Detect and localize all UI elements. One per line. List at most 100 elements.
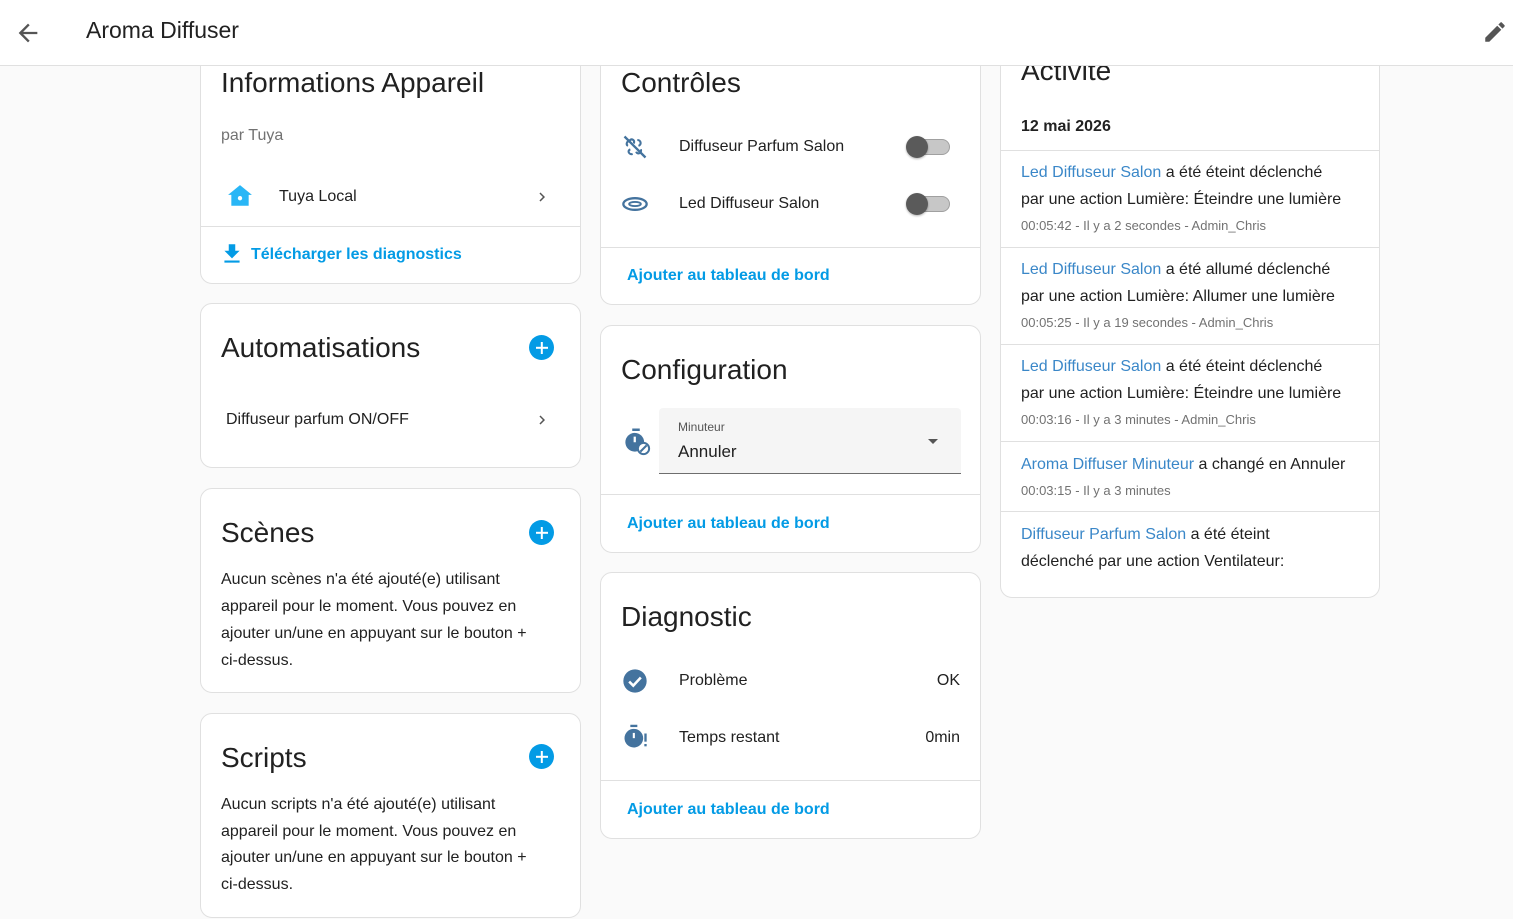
chevron-right-icon bbox=[539, 192, 545, 202]
download-diagnostics-button[interactable]: Télécharger les diagnostics bbox=[219, 241, 479, 269]
log-meta: 00:03:15 - Il y a 3 minutes bbox=[1021, 483, 1171, 498]
log-line: Diffuseur Parfum Salon a été éteint bbox=[1021, 526, 1270, 544]
log-meta: 00:05:25 - Il y a 19 secondes - Admin_Ch… bbox=[1021, 315, 1274, 330]
chevron-right-icon bbox=[539, 415, 545, 425]
log-line: par une action Lumière: Éteindre une lum… bbox=[1021, 191, 1342, 208]
configuration-title: Configuration bbox=[621, 354, 788, 385]
diagnostic-row-time-left[interactable]: Temps restant 0min bbox=[601, 718, 980, 758]
log-meta: 00:05:42 - Il y a 2 secondes - Admin_Chr… bbox=[1021, 218, 1266, 233]
top-app-bar: Aroma Diffuser bbox=[0, 0, 1513, 66]
log-text: a été éteint déclenché bbox=[1161, 358, 1323, 375]
add-to-dashboard-button[interactable]: Ajouter au tableau de bord bbox=[627, 801, 830, 819]
timer-alert-icon bbox=[624, 724, 647, 748]
controls-title: Contrôles bbox=[621, 67, 741, 98]
control-row-led[interactable]: Led Diffuseur Salon bbox=[601, 184, 980, 224]
log-meta: 00:03:16 - Il y a 3 minutes - Admin_Chri… bbox=[1021, 412, 1256, 427]
toggle-knob bbox=[906, 136, 928, 158]
back-arrow-icon[interactable] bbox=[14, 19, 42, 47]
log-text: a changé en Annuler bbox=[1194, 456, 1346, 473]
manufacturer-label: par Tuya bbox=[221, 127, 284, 144]
log-line: déclenché par une action Ventilateur: bbox=[1021, 553, 1285, 570]
add-to-dashboard-button[interactable]: Ajouter au tableau de bord bbox=[627, 267, 830, 285]
automations-card: Automatisations Diffuseur parfum ON/OFF bbox=[200, 303, 581, 468]
scenes-title: Scènes bbox=[221, 517, 315, 548]
log-line: Aroma Diffuser Minuteur a changé en Annu… bbox=[1021, 456, 1345, 474]
diagnostic-label: Temps restant bbox=[679, 729, 780, 746]
scenes-card: Scènes Aucun scènes n'a été ajouté(e) ut… bbox=[200, 488, 581, 693]
log-entity-link[interactable]: Led Diffuseur Salon bbox=[1021, 358, 1161, 375]
log-text: a été allumé déclenché bbox=[1161, 261, 1331, 278]
log-entity-link[interactable]: Led Diffuseur Salon bbox=[1021, 261, 1161, 278]
scenes-empty-line: appareil pour le moment. Vous pouvez en bbox=[221, 598, 517, 615]
activity-date: 12 mai 2026 bbox=[1021, 118, 1111, 135]
log-entity-link[interactable]: Led Diffuseur Salon bbox=[1021, 164, 1161, 181]
divider bbox=[201, 226, 580, 227]
tuya-local-logo-icon bbox=[228, 185, 252, 206]
check-circle-icon bbox=[623, 669, 647, 693]
log-line: par une action Lumière: Éteindre une lum… bbox=[1021, 385, 1342, 402]
diagnostic-label: Problème bbox=[679, 672, 748, 689]
configuration-card: Configuration Minuteur Annuler Ajouter a… bbox=[600, 325, 981, 553]
timer-select-label: Minuteur bbox=[678, 420, 725, 434]
scripts-empty-line: ajouter un/une en appuyant sur le bouton… bbox=[221, 849, 527, 866]
log-text: a été éteint bbox=[1186, 526, 1270, 543]
divider bbox=[601, 780, 980, 781]
diagnostic-value: OK bbox=[936, 672, 960, 689]
integration-label: Tuya Local bbox=[279, 188, 357, 205]
diagnostic-title: Diagnostic bbox=[621, 601, 752, 632]
integration-row[interactable]: Tuya Local bbox=[201, 173, 580, 221]
log-line: Led Diffuseur Salon a été éteint déclenc… bbox=[1021, 358, 1322, 376]
scripts-title: Scripts bbox=[221, 742, 307, 773]
scripts-card: Scripts Aucun scripts n'a été ajouté(e) … bbox=[200, 713, 581, 918]
control-row-diffuser[interactable]: Diffuseur Parfum Salon bbox=[601, 127, 980, 167]
scripts-empty-line: ci-dessus. bbox=[221, 876, 294, 893]
timer-select-value: Annuler bbox=[678, 442, 737, 461]
download-diagnostics-label: Télécharger les diagnostics bbox=[251, 246, 462, 263]
scenes-empty-line: ci-dessus. bbox=[221, 652, 294, 669]
automation-item-label: Diffuseur parfum ON/OFF bbox=[226, 411, 409, 428]
log-line: Led Diffuseur Salon a été allumé déclenc… bbox=[1021, 261, 1330, 279]
automations-title: Automatisations bbox=[221, 332, 421, 363]
diffuser-toggle[interactable] bbox=[906, 134, 952, 160]
log-line: Led Diffuseur Salon a été éteint déclenc… bbox=[1021, 164, 1322, 182]
log-line: par une action Lumière: Allumer une lumi… bbox=[1021, 288, 1335, 305]
timer-cancel-icon bbox=[625, 428, 651, 456]
toggle-knob bbox=[906, 193, 928, 215]
add-to-dashboard-button[interactable]: Ajouter au tableau de bord bbox=[627, 515, 830, 533]
caret-down-icon bbox=[928, 439, 938, 444]
automation-item[interactable]: Diffuseur parfum ON/OFF bbox=[201, 400, 580, 440]
download-icon bbox=[224, 244, 240, 263]
control-label: Diffuseur Parfum Salon bbox=[679, 138, 845, 155]
diagnostic-row-problem[interactable]: Problème OK bbox=[601, 661, 980, 701]
led-toggle[interactable] bbox=[906, 191, 952, 217]
log-entry: Led Diffuseur Salon a été éteint déclenc… bbox=[1001, 151, 1379, 247]
activity-card: Activité 12 mai 2026 Led Diffuseur Salon… bbox=[1000, 40, 1380, 598]
scripts-empty-line: Aucun scripts n'a été ajouté(e) utilisan… bbox=[221, 796, 496, 813]
timer-select[interactable]: Minuteur Annuler bbox=[659, 408, 961, 474]
log-entry: Diffuseur Parfum Salon a été éteint décl… bbox=[1001, 512, 1379, 582]
pencil-icon[interactable] bbox=[1482, 19, 1508, 45]
diagnostic-card: Diagnostic Problème OK Temps restant 0mi… bbox=[600, 572, 981, 839]
scripts-empty-line: appareil pour le moment. Vous pouvez en bbox=[221, 823, 517, 840]
log-entry: Led Diffuseur Salon a été éteint déclenc… bbox=[1001, 345, 1379, 441]
device-info-card: Informations Appareil par Tuya Tuya Loca… bbox=[200, 46, 581, 284]
device-info-title: Informations Appareil bbox=[221, 67, 485, 98]
add-scene-button[interactable] bbox=[529, 520, 554, 545]
log-entity-link[interactable]: Diffuseur Parfum Salon bbox=[1021, 526, 1186, 543]
ring-light-icon bbox=[622, 197, 648, 211]
scenes-empty-line: Aucun scènes n'a été ajouté(e) utilisant bbox=[221, 571, 500, 588]
add-script-button[interactable] bbox=[529, 744, 554, 769]
log-entity-link[interactable]: Aroma Diffuser Minuteur bbox=[1021, 456, 1194, 473]
diagnostic-value: 0min bbox=[925, 729, 960, 746]
scenes-empty-line: ajouter un/une en appuyant sur le bouton… bbox=[221, 625, 527, 642]
log-entry: Led Diffuseur Salon a été allumé déclenc… bbox=[1001, 248, 1379, 344]
page-title: Aroma Diffuser bbox=[86, 17, 239, 43]
divider bbox=[601, 494, 980, 495]
divider bbox=[601, 247, 980, 248]
control-label: Led Diffuseur Salon bbox=[679, 195, 820, 212]
log-text: a été éteint déclenché bbox=[1161, 164, 1323, 181]
controls-card: Contrôles Diffuseur Parfum Salon Led Dif… bbox=[600, 46, 981, 305]
add-automation-button[interactable] bbox=[529, 335, 554, 360]
log-entry: Aroma Diffuser Minuteur a changé en Annu… bbox=[1001, 442, 1379, 511]
fan-off-icon bbox=[623, 135, 647, 159]
